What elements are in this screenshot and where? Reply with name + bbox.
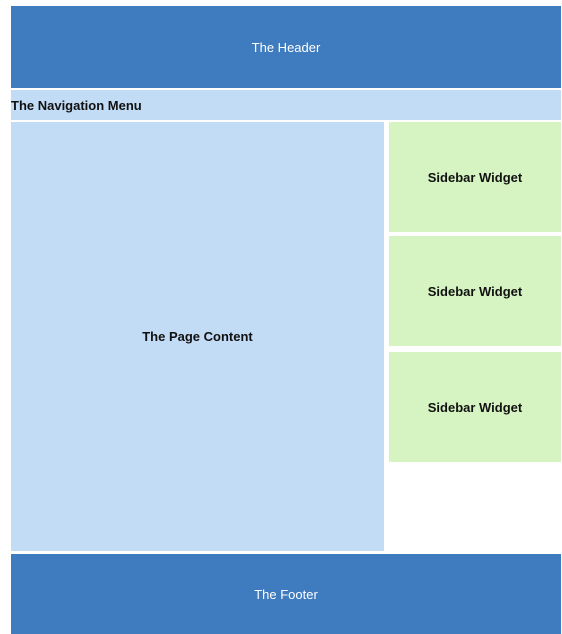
page-content-label: The Page Content — [142, 329, 253, 344]
navigation-menu-block: The Navigation Menu — [11, 90, 561, 120]
header-block: The Header — [11, 6, 561, 88]
sidebar-widget-label: Sidebar Widget — [427, 283, 523, 299]
footer-label: The Footer — [254, 586, 318, 602]
sidebar-widget-label: Sidebar Widget — [427, 169, 523, 185]
sidebar-widget-3: Sidebar Widget — [389, 352, 561, 462]
sidebar-widget-2: Sidebar Widget — [389, 236, 561, 346]
header-label: The Header — [251, 39, 321, 55]
footer-block: The Footer — [11, 554, 561, 634]
navigation-menu-label: The Navigation Menu — [11, 97, 142, 113]
sidebar-widget-label: Sidebar Widget — [427, 399, 523, 415]
layout-diagram: The Header The Navigation Menu The Page … — [11, 6, 561, 634]
page-content-block: The Page Content — [11, 122, 384, 551]
sidebar-widget-1: Sidebar Widget — [389, 122, 561, 232]
